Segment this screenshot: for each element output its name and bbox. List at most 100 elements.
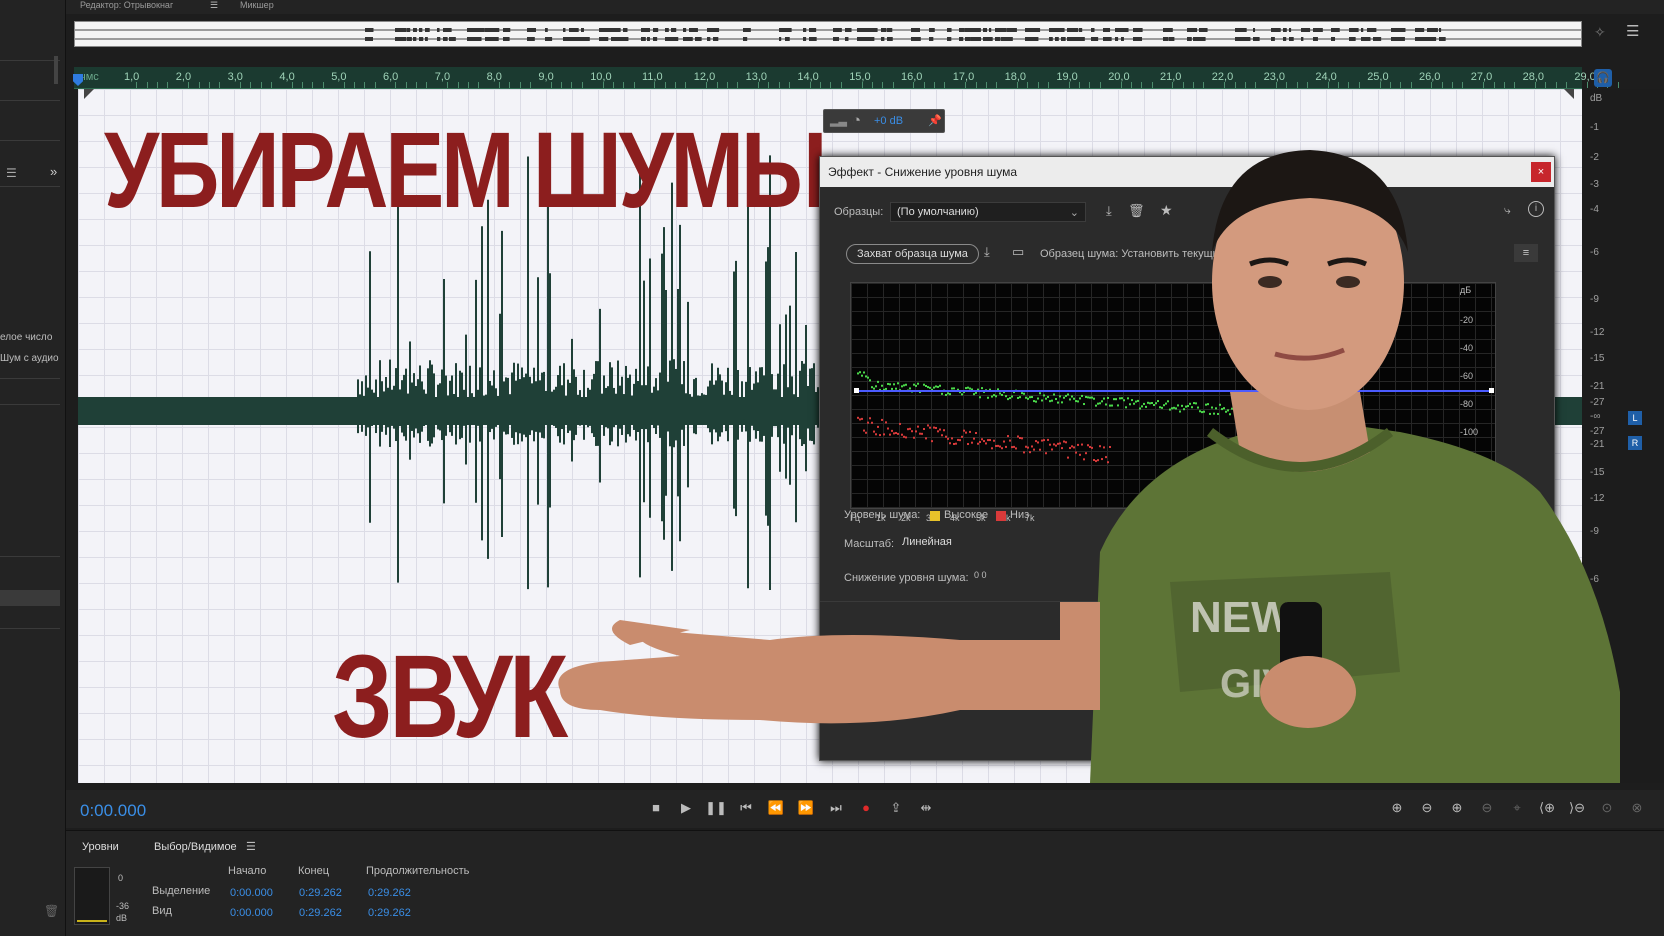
ruler-minor-tick [1493, 82, 1495, 88]
rewind-icon[interactable]: ⏪ [765, 797, 787, 819]
fast-forward-icon[interactable]: ⏩ [795, 797, 817, 819]
time-display[interactable]: 0:00.000 [80, 801, 146, 821]
gain-knob-icon[interactable]: ◔ [852, 112, 861, 129]
meter-label-0: 0 [118, 873, 124, 883]
ruler-minor-tick [882, 82, 884, 88]
tab-levels[interactable]: Уровни [82, 841, 119, 853]
ruler-minor-tick [550, 82, 552, 88]
scale-label: Масштаб: [844, 538, 895, 550]
zoom-all-icon[interactable]: ⊗ [1626, 797, 1648, 819]
presets-select[interactable]: (По умолчанию) ⌄ [890, 202, 1086, 222]
stop-icon[interactable]: ■ [645, 797, 667, 819]
skip-forward-icon[interactable]: ⏭ [825, 797, 847, 819]
ruler-minor-tick [1358, 82, 1360, 88]
ruler-minor-tick [685, 82, 687, 88]
channel-right-toggle[interactable]: R [1628, 436, 1642, 450]
loop-icon[interactable]: ⇪ [885, 797, 907, 819]
ruler-minor-tick [188, 82, 190, 88]
expand-icon[interactable]: » [50, 164, 57, 179]
ruler-minor-tick [654, 82, 656, 88]
ruler-minor-tick [1400, 82, 1402, 88]
zoom-out-time-icon[interactable]: ⊖ [1476, 797, 1498, 819]
divider [0, 186, 60, 187]
ruler-tick-label: 12,0 [693, 71, 716, 83]
zoom-in-point-icon[interactable]: ⟨⊕ [1536, 797, 1558, 819]
selected-row[interactable] [0, 590, 60, 606]
ruler-minor-tick [975, 82, 977, 88]
pin-icon[interactable]: 📌 [928, 114, 942, 127]
menu-icon[interactable]: ☰ [6, 166, 17, 180]
ruler-minor-tick [675, 82, 677, 88]
headphones-icon[interactable]: 🎧 [1594, 69, 1612, 87]
open-folder-icon[interactable]: ▭ [1012, 244, 1024, 260]
selection-end[interactable]: 0:29.262 [299, 887, 342, 899]
view-duration[interactable]: 0:29.262 [368, 907, 411, 919]
meter-label-db: dB [116, 913, 128, 923]
zoom-selection-icon[interactable]: ⌖ [1506, 797, 1528, 819]
view-end[interactable]: 0:29.262 [299, 907, 342, 919]
effect-list-item[interactable]: Шум с аудио [0, 353, 59, 364]
time-ruler[interactable]: чмс 1,0 2,0 3,0 4,0 5,0 6,0 7,0 8,0 9,0 10,0 11,0 1… [74, 67, 1619, 89]
ruler-minor-tick [291, 82, 293, 88]
tab-menu-icon[interactable]: ☰ [246, 840, 256, 853]
zoom-out-amplitude-icon[interactable]: ⊖ [1416, 797, 1438, 819]
ruler-minor-tick [726, 82, 728, 88]
fade-out-handle[interactable] [1564, 89, 1574, 99]
tab-editor[interactable]: Редактор: Отрывокнаг [80, 0, 173, 10]
scrollbar[interactable] [54, 56, 58, 84]
trash-icon[interactable]: 🗑 [44, 904, 59, 918]
tab-mixer[interactable]: Микшер [240, 0, 274, 10]
ruler-minor-tick [364, 82, 366, 88]
row-selection-label: Выделение [152, 885, 211, 897]
ruler-minor-tick [302, 82, 304, 88]
channel-left-toggle[interactable]: L [1628, 411, 1642, 425]
ruler-minor-tick [809, 82, 811, 88]
ruler-minor-tick [198, 82, 200, 88]
ruler-minor-tick [1016, 82, 1018, 88]
divider [0, 140, 60, 141]
play-icon[interactable]: ▶ [675, 797, 697, 819]
ruler-minor-tick [1068, 82, 1070, 88]
zoom-reset-icon[interactable]: ⊙ [1596, 797, 1618, 819]
skip-selection-icon[interactable]: ⇹ [915, 797, 937, 819]
zoom-target-icon[interactable]: ✧ [1594, 24, 1606, 41]
selection-start[interactable]: 0:00.000 [230, 887, 273, 899]
save-noise-print-icon[interactable]: ⤓ [984, 244, 990, 260]
capture-noise-print-button[interactable]: Захват образца шума [846, 244, 979, 264]
ruler-tick-label: 24,0 [1315, 71, 1337, 83]
ruler-minor-tick [633, 82, 635, 88]
ruler-tick-label: 26,0 [1419, 71, 1441, 83]
pause-icon[interactable]: ❚❚ [705, 797, 727, 819]
ruler-minor-tick [840, 82, 842, 88]
ruler-tick-label: 21,0 [1160, 71, 1182, 83]
overview-waveform[interactable] [74, 21, 1582, 47]
fade-in-handle[interactable] [84, 89, 94, 99]
panel-menu-icon[interactable]: ☰ [1626, 22, 1639, 40]
thumbnail-headline: УБИРАЕМ ШУМЫ [104, 109, 828, 230]
ruler-minor-tick [830, 82, 832, 88]
curve-handle-left[interactable] [854, 388, 859, 393]
effect-list-item[interactable]: елое число [0, 332, 52, 343]
skip-back-icon[interactable]: ⏮ [735, 797, 757, 819]
scale-select[interactable]: Линейная [896, 533, 1006, 553]
ruler-minor-tick [395, 82, 397, 88]
ruler-minor-tick [208, 82, 210, 88]
ruler-minor-tick [219, 82, 221, 88]
selection-duration[interactable]: 0:29.262 [368, 887, 411, 899]
presenter-hand [558, 620, 1100, 724]
zoom-in-amplitude-icon[interactable]: ⊕ [1386, 797, 1408, 819]
zoom-out-full-icon[interactable]: ⟩⊖ [1566, 797, 1588, 819]
ruler-minor-tick [1275, 82, 1277, 88]
gain-value[interactable]: +0 dB [874, 115, 903, 127]
ruler-minor-tick [1503, 82, 1505, 88]
zoom-in-time-icon[interactable]: ⊕ [1446, 797, 1468, 819]
tab-selection-view[interactable]: Выбор/Видимое [154, 841, 237, 853]
ruler-minor-tick [623, 82, 625, 88]
ruler-minor-tick [157, 82, 159, 88]
ruler-tick-label: 11,0 [642, 71, 663, 83]
view-start[interactable]: 0:00.000 [230, 907, 273, 919]
record-icon[interactable]: ● [855, 797, 877, 819]
ruler-minor-tick [612, 82, 614, 88]
gain-hud[interactable]: ▂▃ ◔ +0 dB 📌 [823, 109, 945, 133]
tab-menu-icon[interactable]: ☰ [210, 0, 218, 11]
